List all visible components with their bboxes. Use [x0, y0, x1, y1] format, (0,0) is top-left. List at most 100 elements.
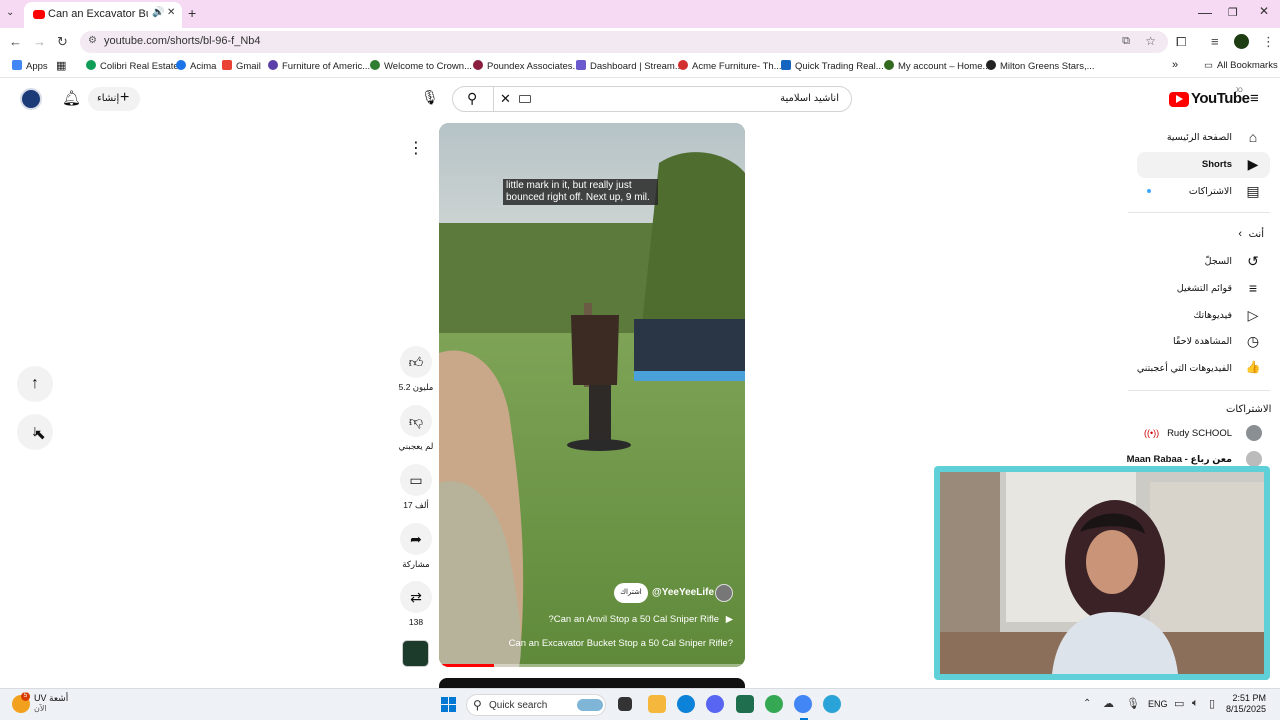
bookmark-item[interactable]: Acme Furniture- Th...: [678, 60, 782, 72]
remix-icon[interactable]: ⇄: [400, 581, 432, 613]
media-control-icon[interactable]: ≡: [1211, 34, 1219, 49]
channel-avatar[interactable]: [715, 584, 733, 602]
forward-icon[interactable]: →: [33, 34, 46, 49]
subscribe-button[interactable]: اشتراك: [614, 583, 648, 603]
chrome-profile-icon[interactable]: [794, 695, 812, 713]
sound-thumbnail[interactable]: [402, 640, 429, 667]
you-section-title: أنت: [1248, 229, 1264, 240]
maximize-icon[interactable]: ❐: [1228, 6, 1238, 19]
webcam-feed: [940, 472, 1264, 674]
task-view-icon[interactable]: [618, 697, 632, 711]
profile-avatar[interactable]: [1234, 34, 1249, 49]
show-hidden-icons-icon[interactable]: ⌃: [1083, 698, 1091, 709]
linked-video[interactable]: ?Can an Anvil Stop a 50 Cal Sniper Rifle…: [548, 614, 733, 625]
bookmark-item[interactable]: Dashboard | Stream...: [576, 60, 683, 72]
network-icon[interactable]: ▭: [1174, 697, 1184, 710]
weather-text[interactable]: UV أشعة: [34, 693, 68, 704]
microphone-icon[interactable]: 🎙︎: [421, 89, 439, 106]
reload-icon[interactable]: ↻: [57, 34, 68, 50]
minimize-icon[interactable]: —: [1198, 4, 1212, 20]
share-action[interactable]: ➦ مشاركة: [398, 523, 434, 570]
bookmark-item[interactable]: Milton Greens Stars,...: [986, 60, 1095, 72]
dislike-action[interactable]: 👎︎ لم يعجبني: [398, 405, 434, 452]
language-indicator[interactable]: ENG: [1148, 699, 1168, 709]
sidebar-item-label: الاشتراكات: [1188, 186, 1232, 197]
new-tab-icon[interactable]: +: [188, 5, 196, 21]
comment-icon[interactable]: ▭: [400, 464, 432, 496]
keyboard-icon[interactable]: [519, 95, 531, 103]
bookmark-item[interactable]: Apps: [12, 60, 48, 72]
address-bar[interactable]: ⚙ youtube.com/shorts/bl-96-f_Nb4 ⧉ ☆: [80, 31, 1168, 53]
back-icon[interactable]: ←: [9, 34, 22, 49]
bookmark-item[interactable]: Acima: [176, 60, 216, 72]
tab-search-icon[interactable]: ⌄: [6, 7, 14, 18]
more-bookmarks-icon[interactable]: »: [1172, 59, 1178, 71]
clear-search-icon[interactable]: ✕: [500, 91, 511, 107]
create-button[interactable]: إنشاء +: [88, 87, 140, 111]
file-explorer-icon[interactable]: [648, 695, 666, 713]
more-options-icon[interactable]: ⋮: [401, 134, 431, 164]
dislike-icon[interactable]: 👎︎: [400, 405, 432, 437]
install-icon[interactable]: ⧉: [1122, 35, 1130, 48]
next-short-preview[interactable]: [439, 678, 745, 688]
tab-close-icon[interactable]: ✕: [167, 7, 175, 18]
app-icon[interactable]: [736, 695, 754, 713]
sidebar-item-playlists[interactable]: قوائم التشغيل ≡: [1130, 276, 1270, 302]
bookmark-star-icon[interactable]: ☆: [1145, 34, 1156, 48]
all-bookmarks[interactable]: ▭ All Bookmarks: [1204, 60, 1278, 71]
chrome-icon[interactable]: [765, 695, 783, 713]
like-action[interactable]: 👍︎ 5.2 مليون: [398, 346, 434, 393]
sidebar-item-liked-videos[interactable]: الفيديوهات التي أعجبتني 👍: [1130, 356, 1270, 382]
menu-icon[interactable]: ⋮: [1262, 34, 1275, 50]
tab-groups-icon[interactable]: ▦: [56, 59, 66, 72]
hamburger-menu-icon[interactable]: ≡: [1250, 90, 1259, 107]
bookmark-item[interactable]: Gmail: [222, 60, 261, 72]
bookmark-item[interactable]: Quick Trading Real...: [781, 60, 884, 72]
bookmark-item[interactable]: Colibri Real Estate: [86, 60, 179, 72]
discord-icon[interactable]: [706, 695, 724, 713]
bookmark-favicon-icon: [268, 60, 278, 70]
bookmark-item[interactable]: Furniture of Americ...: [268, 60, 370, 72]
sidebar-item-history[interactable]: السجلّ ↺: [1130, 249, 1270, 275]
comment-count: 17 ألف: [403, 500, 429, 510]
microphone-tray-icon[interactable]: 🎙︎: [1126, 697, 1140, 710]
bookmark-item[interactable]: Poundex Associates...: [473, 60, 580, 72]
sidebar-item-your-videos[interactable]: فيديوهاتك ▷: [1130, 303, 1270, 329]
like-icon[interactable]: 👍︎: [400, 346, 432, 378]
bookmark-item[interactable]: My account – Home...: [884, 60, 990, 72]
bookmark-item[interactable]: Welcome to Crown...: [370, 60, 472, 72]
remix-action[interactable]: ⇄ 138: [398, 581, 434, 627]
site-info-icon[interactable]: ⚙: [88, 35, 97, 46]
bookmark-favicon-icon: [781, 60, 791, 70]
video-progress-bar[interactable]: [439, 664, 745, 667]
clock[interactable]: 2:51 PM 8/15/2025: [1226, 693, 1266, 715]
sidebar-item-watch-later[interactable]: المشاهدة لاحقًا ◷: [1130, 329, 1270, 355]
battery-icon[interactable]: ▯: [1209, 697, 1215, 710]
windows-start-icon[interactable]: [441, 697, 456, 712]
audio-icon[interactable]: 🔊: [152, 7, 164, 18]
search-input[interactable]: ⚲ ✕ اناشيد اسلامية: [452, 86, 852, 112]
sidebar-item-home[interactable]: الصفحة الرئيسية ⌂: [1130, 125, 1270, 151]
volume-icon[interactable]: 🔈︎: [1192, 697, 1199, 710]
taskbar-search[interactable]: ⚲ Quick search: [466, 694, 606, 716]
comments-action[interactable]: ▭ 17 ألف: [398, 464, 434, 511]
share-icon[interactable]: ➦: [400, 523, 432, 555]
search-icon[interactable]: ⚲: [467, 90, 477, 107]
previous-short-button[interactable]: ↑: [17, 366, 53, 402]
notifications-icon[interactable]: 🔔︎: [62, 89, 81, 107]
account-avatar[interactable]: [20, 88, 42, 110]
sidebar-sub-item[interactable]: ((•)) Rudy SCHOOL: [1130, 421, 1270, 447]
app-icon[interactable]: [823, 695, 841, 713]
sidebar-item-shorts[interactable]: Shorts ▶: [1137, 152, 1270, 178]
create-label: إنشاء: [97, 93, 120, 104]
channel-name[interactable]: @YeeYeeLife: [652, 587, 714, 598]
short-video-player[interactable]: little mark in it, but really just bounc…: [439, 123, 745, 667]
sidebar-item-subscriptions[interactable]: الاشتراكات ▤: [1130, 179, 1270, 205]
close-window-icon[interactable]: ✕: [1259, 4, 1269, 18]
tab-active[interactable]: Can an Excavator Bucket St 🔊 ✕: [24, 2, 182, 28]
sidebar-you-header[interactable]: أنت ‹: [1130, 222, 1270, 248]
cloud-icon[interactable]: ☁: [1103, 697, 1114, 710]
extensions-icon[interactable]: ⧠: [1176, 34, 1186, 50]
edge-icon[interactable]: [677, 695, 695, 713]
folder-icon: ▭: [1204, 60, 1213, 71]
